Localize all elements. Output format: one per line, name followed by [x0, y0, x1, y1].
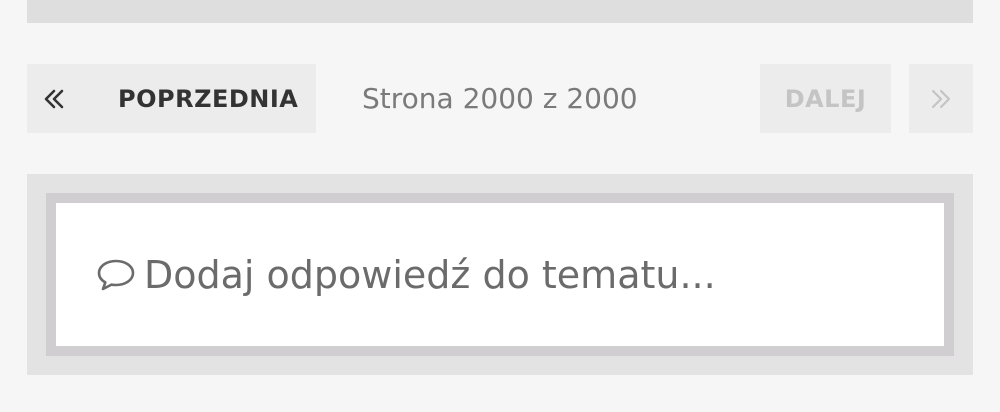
reply-frame: Dodaj odpowiedź do tematu... [46, 193, 954, 356]
top-divider-bar [27, 0, 973, 23]
last-page-button[interactable] [909, 64, 973, 133]
previous-page-button[interactable]: POPRZEDNIA [118, 64, 298, 133]
reply-placeholder: Dodaj odpowiedź do tematu... [144, 252, 716, 297]
previous-page-group: POPRZEDNIA [27, 64, 316, 133]
reply-input[interactable]: Dodaj odpowiedź do tematu... [56, 203, 944, 346]
pagination: POPRZEDNIA Strona 2000 z 2000 DALEJ [27, 64, 973, 133]
double-chevron-left-icon [44, 89, 64, 108]
page-indicator: Strona 2000 z 2000 [362, 82, 638, 115]
next-page-button[interactable]: DALEJ [760, 64, 891, 133]
speech-bubble-icon [96, 258, 136, 292]
double-chevron-right-icon [931, 89, 951, 108]
reply-section: Dodaj odpowiedź do tematu... [27, 174, 973, 375]
page: POPRZEDNIA Strona 2000 z 2000 DALEJ Doda… [0, 0, 1000, 412]
first-page-button[interactable] [27, 64, 81, 133]
